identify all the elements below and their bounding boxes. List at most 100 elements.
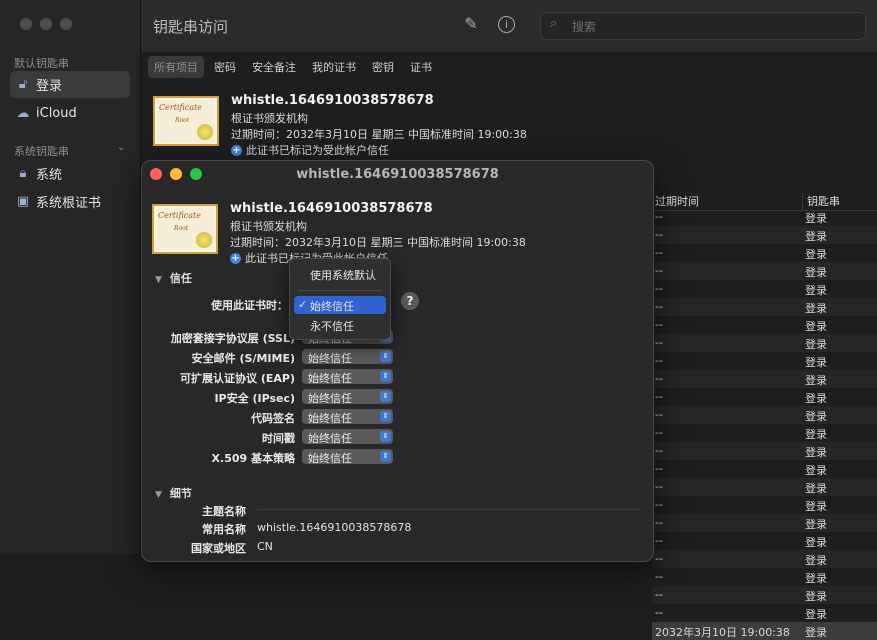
cell-expires: -- [655,282,663,295]
cell-expires: -- [655,606,663,619]
chevron-down-icon[interactable]: ⌄ [117,142,125,153]
search-field[interactable]: ⌕ 搜索 [540,12,866,40]
table-row[interactable]: -- 登录 [652,496,877,514]
close-button[interactable] [20,18,32,30]
cell-keychain: 登录 [805,320,827,333]
table-row[interactable]: -- 登录 [652,532,877,550]
cell-keychain: 登录 [805,410,827,423]
table-row[interactable]: -- 登录 [652,406,877,424]
updown-chevron-icon: ⇕ [380,411,391,422]
policy-trust-popup[interactable]: 始终信任 ⇕ [302,429,393,445]
folder-icon: ▣ [16,194,30,209]
trust-section-toggle[interactable]: ▼ 信任 [155,270,192,286]
column-header-keychain[interactable]: 钥匙串 [802,193,840,209]
certificate-icon-line2: Root [175,117,190,124]
certificate-icon: Certificate Root [152,204,218,254]
table-row[interactable]: -- 登录 [652,586,877,604]
table-row[interactable]: -- 登录 [652,316,877,334]
tab-my-certificates[interactable]: 我的证书 [306,56,362,78]
table-row[interactable]: -- 登录 [652,352,877,370]
column-header-expires[interactable]: 过期时间 [655,193,699,209]
table-row[interactable]: -- 登录 [652,370,877,388]
cell-keychain: 登录 [805,266,827,279]
table-row[interactable]: -- 登录 [652,388,877,406]
table-row[interactable]: -- 登录 [652,460,877,478]
table-row[interactable]: -- 登录 [652,226,877,244]
trust-note: + 此证书已标记为受此帐户信任 [231,142,389,158]
policy-trust-popup[interactable]: 始终信任 ⇕ [302,369,393,385]
table-row[interactable]: -- 登录 [652,478,877,496]
sidebar-item-system-roots[interactable]: ▣ 系统根证书 [10,188,130,215]
updown-chevron-icon: ⇕ [380,431,391,442]
policy-trust-popup[interactable]: 始终信任 ⇕ [302,449,393,465]
trust-note-text: 此证书已标记为受此帐户信任 [246,144,389,157]
search-input[interactable]: 搜索 [572,18,596,35]
policy-trust-popup[interactable]: 始终信任 ⇕ [302,389,393,405]
sidebar-item-login[interactable]: 🔓︎ 登录 [10,71,130,98]
tab-all-items[interactable]: 所有项目 [148,56,204,78]
tab-keys[interactable]: 密钥 [366,56,400,78]
detail-label-common-name: 常用名称 [202,523,246,536]
table-row[interactable]: -- 登录 [652,280,877,298]
detail-value-country: CN [257,540,273,553]
cell-keychain: 登录 [805,536,827,549]
cell-keychain: 登录 [805,284,827,297]
window-title: 钥匙串访问 [153,18,229,36]
table-row[interactable]: -- 登录 [652,208,877,226]
cell-keychain: 登录 [805,230,827,243]
table-row[interactable]: 2032年3月10日 19:00:38 登录 [652,622,877,640]
table-row[interactable]: -- 登录 [652,424,877,442]
policy-value: 始终信任 [308,412,352,425]
policy-trust-popup[interactable]: 始终信任 ⇕ [302,349,393,365]
minimize-button[interactable] [40,18,52,30]
menu-item-label: 始终信任 [310,300,354,313]
menu-item-never-trust[interactable]: 永不信任 [294,316,386,334]
cell-expires: -- [655,300,663,313]
default-keychains-heading: 默认钥匙串 [14,57,69,70]
menu-item-use-system-default[interactable]: 使用系统默认 [294,265,386,283]
sidebar-item-system[interactable]: 🔒︎ 系统 [10,160,130,187]
table-row[interactable]: -- 登录 [652,262,877,280]
disclosure-triangle-icon: ▼ [155,490,162,500]
tab-secure-notes[interactable]: 安全备注 [246,56,302,78]
checkmark-icon: ✓ [298,298,308,311]
details-section-toggle[interactable]: ▼ 细节 [155,485,192,501]
system-keychains-heading: 系统钥匙串 [14,145,69,158]
policy-label: X.509 基本策略 [211,452,295,465]
info-icon[interactable]: i [498,16,515,33]
table-row[interactable]: -- 登录 [652,334,877,352]
zoom-button[interactable] [60,18,72,30]
certificate-icon: Certificate Root [153,96,219,146]
tab-passwords[interactable]: 密码 [208,56,242,78]
cell-expires: -- [655,588,663,601]
detail-value-common-name: whistle.1646910038578678 [257,521,412,534]
cell-keychain: 登录 [805,338,827,351]
cell-expires: 2032年3月10日 19:00:38 [655,626,790,639]
policy-trust-popup[interactable]: 始终信任 ⇕ [302,409,393,425]
table-row[interactable]: -- 登录 [652,604,877,622]
cell-keychain: 登录 [805,500,827,513]
help-button[interactable]: ? [401,292,419,310]
updown-chevron-icon: ⇕ [380,451,391,462]
sidebar-item-icloud[interactable]: ☁ iCloud [10,100,130,127]
table-row[interactable]: -- 登录 [652,514,877,532]
table-row[interactable]: -- 登录 [652,298,877,316]
sidebar-item-label: 系统 [36,168,63,183]
cell-expires: -- [655,408,663,421]
menu-item-always-trust[interactable]: ✓ 始终信任 [294,296,386,314]
compose-icon[interactable]: ✎ [461,14,481,34]
cell-keychain: 登录 [805,212,827,225]
dialog-title: whistle.1646910038578678 [296,167,499,182]
sidebar-item-label: 登录 [36,79,63,94]
sidebar: 默认钥匙串 🔓︎ 登录 ☁ iCloud 系统钥匙串 ⌄ 🔒︎ 系统 ▣ 系统根… [0,0,141,554]
certificate-icon-line1: Certificate [158,211,201,220]
cell-expires: -- [655,480,663,493]
table-row[interactable]: -- 登录 [652,568,877,586]
table-row[interactable]: -- 登录 [652,550,877,568]
disclosure-triangle-icon: ▼ [155,275,162,285]
details-section-heading: 细节 [169,487,192,500]
table-row[interactable]: -- 登录 [652,442,877,460]
tab-certificates[interactable]: 证书 [404,56,438,78]
cell-keychain: 登录 [805,572,827,585]
table-row[interactable]: -- 登录 [652,244,877,262]
